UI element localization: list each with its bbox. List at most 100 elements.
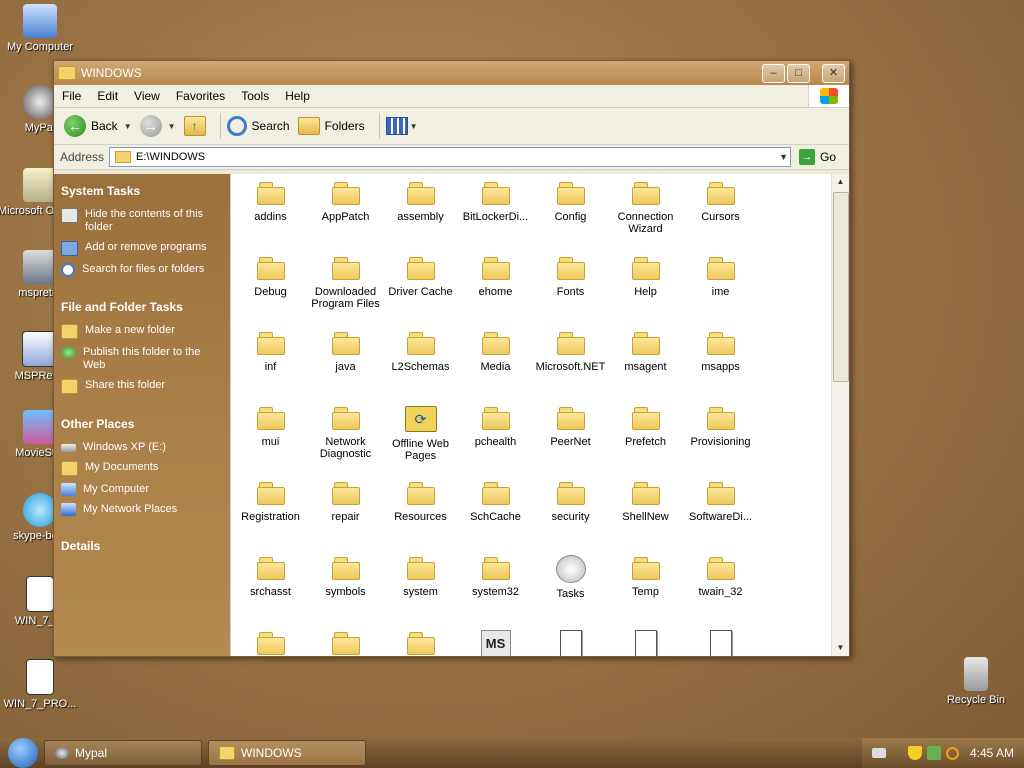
go-button[interactable]: → Go bbox=[799, 149, 836, 165]
keyboard-icon[interactable] bbox=[871, 748, 886, 758]
file-item[interactable]: Microsoft.NET bbox=[533, 328, 608, 403]
file-item[interactable]: Registration bbox=[233, 478, 308, 553]
file-item[interactable]: assembly bbox=[383, 178, 458, 253]
title-bar[interactable]: WINDOWS – □ ✕ bbox=[54, 61, 849, 85]
file-item[interactable]: symbols bbox=[308, 553, 383, 628]
file-item[interactable]: twain_32 bbox=[683, 553, 758, 628]
task-add-remove-programs[interactable]: Add or remove programs bbox=[61, 241, 224, 256]
file-item[interactable] bbox=[308, 628, 383, 656]
network-icon[interactable] bbox=[926, 746, 941, 760]
file-item[interactable]: ehome bbox=[458, 253, 533, 328]
place-my-network-places[interactable]: My Network Places bbox=[61, 503, 224, 516]
file-item[interactable]: msagent bbox=[608, 328, 683, 403]
file-item[interactable]: Config bbox=[533, 178, 608, 253]
file-item[interactable]: ShellNew bbox=[608, 478, 683, 553]
file-item[interactable]: mui bbox=[233, 403, 308, 478]
maximize-button[interactable]: □ bbox=[787, 63, 810, 83]
file-item[interactable]: inf bbox=[233, 328, 308, 403]
start-button[interactable] bbox=[8, 738, 38, 768]
scroll-thumb[interactable] bbox=[833, 192, 849, 382]
scroll-up-arrow-icon[interactable]: ▲ bbox=[832, 174, 849, 190]
file-item[interactable]: ime bbox=[683, 253, 758, 328]
file-item[interactable]: pchealth bbox=[458, 403, 533, 478]
file-item[interactable]: java bbox=[308, 328, 383, 403]
up-button[interactable]: ↑ bbox=[183, 116, 206, 136]
file-item[interactable] bbox=[233, 628, 308, 656]
file-item[interactable]: security bbox=[533, 478, 608, 553]
scroll-down-arrow-icon[interactable]: ▼ bbox=[832, 640, 849, 656]
menu-edit[interactable]: Edit bbox=[89, 89, 126, 103]
place-windows-xp-drive[interactable]: Windows XP (E:) bbox=[61, 441, 224, 454]
file-item[interactable] bbox=[608, 628, 683, 656]
file-item[interactable]: Help bbox=[608, 253, 683, 328]
folders-button[interactable]: Folders bbox=[297, 117, 365, 135]
file-item[interactable]: addins bbox=[233, 178, 308, 253]
clock[interactable]: 4:45 AM bbox=[970, 746, 1014, 760]
desktop-icon-recycle-bin[interactable]: Recycle Bin bbox=[934, 657, 1018, 706]
task-share-folder[interactable]: Share this folder bbox=[61, 379, 224, 394]
file-list-pane[interactable]: addins AppPatch assembly BitLockerDi... Conf… bbox=[230, 174, 849, 656]
file-item[interactable]: system bbox=[383, 553, 458, 628]
close-button[interactable]: ✕ bbox=[822, 63, 845, 83]
section-heading[interactable]: File and Folder Tasks bbox=[61, 300, 224, 314]
section-heading[interactable]: System Tasks bbox=[61, 184, 224, 198]
back-button[interactable]: ← Back ▼ bbox=[64, 115, 132, 137]
taskbar-button-windows[interactable]: WINDOWS bbox=[208, 740, 366, 766]
place-my-documents[interactable]: My Documents bbox=[61, 461, 224, 476]
file-item[interactable]: Debug bbox=[233, 253, 308, 328]
file-item[interactable]: Resources bbox=[383, 478, 458, 553]
menu-view[interactable]: View bbox=[126, 89, 168, 103]
file-item[interactable]: Temp bbox=[608, 553, 683, 628]
file-item[interactable]: AppPatch bbox=[308, 178, 383, 253]
file-item[interactable]: Cursors bbox=[683, 178, 758, 253]
chevron-down-icon[interactable]: ▼ bbox=[779, 148, 788, 166]
minimize-button[interactable]: – bbox=[762, 63, 785, 83]
file-item[interactable]: ⟳ Offline Web Pages bbox=[383, 403, 458, 478]
task-make-new-folder[interactable]: Make a new folder bbox=[61, 324, 224, 339]
file-item[interactable] bbox=[683, 628, 758, 656]
section-heading[interactable]: Other Places bbox=[61, 417, 224, 431]
file-item[interactable]: SoftwareDi... bbox=[683, 478, 758, 553]
file-item[interactable] bbox=[383, 628, 458, 656]
file-item[interactable]: Driver Cache bbox=[383, 253, 458, 328]
file-item[interactable]: MS bbox=[458, 628, 533, 656]
file-item[interactable]: SchCache bbox=[458, 478, 533, 553]
menu-favorites[interactable]: Favorites bbox=[168, 89, 233, 103]
file-item[interactable]: Provisioning bbox=[683, 403, 758, 478]
search-icon[interactable] bbox=[945, 746, 959, 760]
file-item[interactable]: system32 bbox=[458, 553, 533, 628]
vertical-scrollbar[interactable]: ▲ ▼ bbox=[831, 174, 849, 656]
file-item[interactable]: Downloaded Program Files bbox=[308, 253, 383, 328]
desktop-icon-my-computer[interactable]: My Computer bbox=[0, 4, 82, 53]
file-item[interactable]: Fonts bbox=[533, 253, 608, 328]
menu-file[interactable]: File bbox=[54, 89, 89, 103]
file-item[interactable]: Connection Wizard bbox=[608, 178, 683, 253]
forward-button[interactable]: → ▼ bbox=[139, 115, 176, 137]
file-item[interactable]: L2Schemas bbox=[383, 328, 458, 403]
file-item[interactable]: msapps bbox=[683, 328, 758, 403]
file-item[interactable]: Prefetch bbox=[608, 403, 683, 478]
file-item[interactable]: BitLockerDi... bbox=[458, 178, 533, 253]
file-item[interactable]: Tasks bbox=[533, 553, 608, 628]
menu-tools[interactable]: Tools bbox=[233, 89, 277, 103]
file-item[interactable]: Network Diagnostic bbox=[308, 403, 383, 478]
place-my-computer[interactable]: My Computer bbox=[61, 483, 224, 496]
chevron-down-icon[interactable]: ▼ bbox=[168, 122, 176, 131]
file-item[interactable] bbox=[533, 628, 608, 656]
task-hide-contents[interactable]: Hide the contents of this folder bbox=[61, 208, 224, 234]
file-item[interactable]: repair bbox=[308, 478, 383, 553]
task-publish-folder[interactable]: Publish this folder to the Web bbox=[61, 346, 224, 372]
taskbar-button-mypal[interactable]: Mypal bbox=[44, 740, 202, 766]
views-button[interactable]: ▼ bbox=[385, 117, 418, 135]
shield-icon[interactable] bbox=[907, 746, 922, 760]
menu-help[interactable]: Help bbox=[277, 89, 318, 103]
chevron-down-icon[interactable]: ▼ bbox=[124, 122, 132, 131]
file-item[interactable]: PeerNet bbox=[533, 403, 608, 478]
section-heading[interactable]: Details bbox=[61, 539, 224, 553]
file-item[interactable]: srchasst bbox=[233, 553, 308, 628]
file-item[interactable]: Media bbox=[458, 328, 533, 403]
desktop-icon-win7-pro[interactable]: WIN_7_PRO... bbox=[0, 659, 82, 710]
search-button[interactable]: Search bbox=[226, 116, 290, 136]
task-search-files[interactable]: Search for files or folders bbox=[61, 263, 224, 277]
address-input[interactable]: E:\WINDOWS ▼ bbox=[109, 147, 792, 167]
